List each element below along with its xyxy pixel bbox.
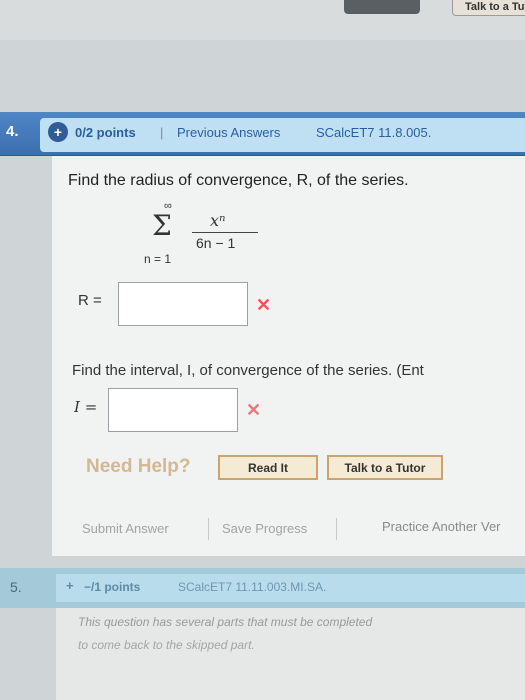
top-dark-button[interactable] xyxy=(344,0,420,14)
fraction-bar xyxy=(192,232,258,233)
previous-answers-link[interactable]: Previous Answers xyxy=(177,125,280,140)
question-number: 5. xyxy=(10,579,22,595)
radius-label: R = xyxy=(78,292,102,309)
submit-answer-button[interactable]: Submit Answer xyxy=(82,521,169,536)
interval-label: I = xyxy=(74,398,98,416)
practice-another-version-button[interactable]: Practice Another Ver xyxy=(382,519,501,534)
talk-to-tutor-button[interactable]: Talk to a Tutor xyxy=(327,455,443,480)
expand-plus-icon[interactable]: + xyxy=(66,578,74,593)
interval-input[interactable] xyxy=(108,388,238,432)
separator: | xyxy=(160,125,164,140)
question-number: 4. xyxy=(6,123,19,140)
sigma-symbol: Σ xyxy=(152,209,172,242)
course-code: SCalcET7 11.8.005. xyxy=(316,125,432,140)
multipart-note-continued: to come back to the skipped part. xyxy=(78,638,255,652)
button-divider xyxy=(208,518,209,540)
incorrect-x-icon: ✕ xyxy=(256,295,272,315)
expand-plus-icon[interactable]: + xyxy=(48,122,68,142)
button-divider xyxy=(336,518,337,540)
top-talk-to-tutor-button[interactable]: Talk to a Tutor xyxy=(452,0,525,16)
points-label: 0/2 points xyxy=(75,125,136,140)
save-progress-button[interactable]: Save Progress xyxy=(222,521,307,536)
radius-input[interactable] xyxy=(118,282,248,326)
radius-prompt: Find the radius of convergence, R, of th… xyxy=(68,172,409,189)
course-code: SCalcET7 11.11.003.MI.SA. xyxy=(178,580,327,594)
series-numerator: xⁿ xyxy=(210,211,226,230)
need-help-label: Need Help? xyxy=(86,456,191,477)
series-formula: ∞ Σ n = 1 xⁿ 6n − 1 xyxy=(140,200,270,270)
series-denominator: 6n − 1 xyxy=(196,235,236,251)
multipart-note: This question has several parts that mus… xyxy=(78,615,373,629)
points-label: −/1 points xyxy=(84,580,141,594)
question-body xyxy=(52,156,525,556)
sum-lower-limit: n = 1 xyxy=(144,252,172,266)
interval-prompt: Find the interval, I, of convergence of … xyxy=(72,362,424,379)
read-it-button[interactable]: Read It xyxy=(218,455,318,480)
top-strip xyxy=(0,0,525,40)
incorrect-x-icon: ✕ xyxy=(246,400,262,420)
